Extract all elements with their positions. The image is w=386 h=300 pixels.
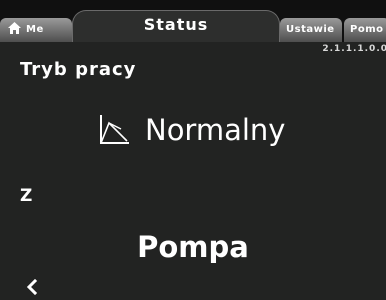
tab-settings[interactable]: Ustawie	[280, 18, 342, 42]
operating-mode-label: Tryb pracy	[20, 59, 137, 80]
normal-mode-icon	[100, 115, 129, 144]
chevron-left-icon[interactable]	[24, 279, 40, 295]
tab-help-label: Pomo	[350, 24, 384, 35]
operating-mode-row: Normalny	[97, 108, 285, 152]
version-number: 2.1.1.1.0.0	[322, 44, 386, 54]
home-icon	[8, 22, 21, 34]
tab-home-label: Me	[26, 24, 44, 35]
source-label: Z	[20, 186, 33, 206]
tab-settings-label: Ustawie	[286, 24, 335, 35]
tab-bar: Me Status Ustawie Pomo	[0, 0, 386, 42]
tab-home[interactable]: Me	[0, 18, 72, 42]
source-value: Pompa	[137, 230, 249, 264]
tab-help[interactable]: Pomo	[344, 18, 386, 42]
tab-status-label: Status	[143, 15, 209, 34]
tab-status[interactable]: Status	[72, 10, 280, 42]
operating-mode-value: Normalny	[145, 113, 286, 147]
